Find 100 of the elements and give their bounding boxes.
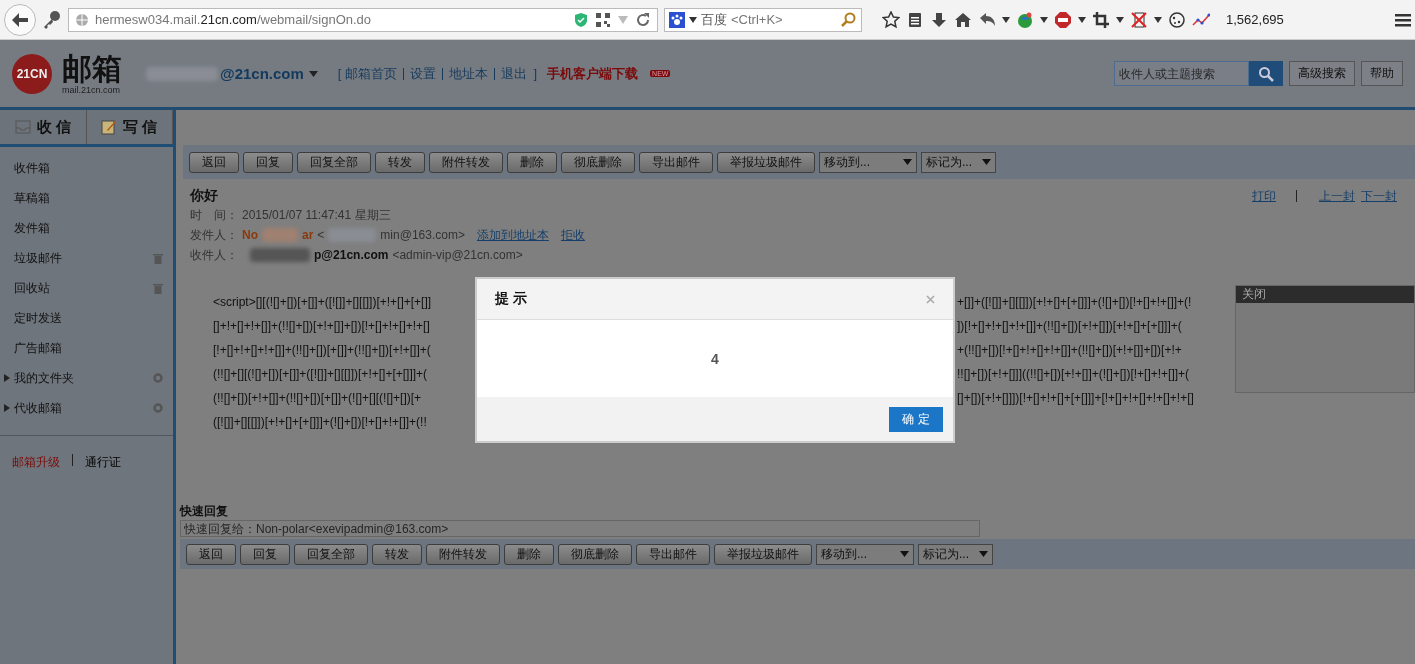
adblock-icon[interactable] [1054, 10, 1072, 29]
toolbar-button[interactable]: 举报垃圾邮件 [714, 543, 812, 565]
code-text: <script>[][(![]+[])[+[]]+([![]]+[][[]])[+!+[]+[+[]] [213, 295, 433, 311]
toolbar-button[interactable]: 删除 [504, 543, 554, 565]
recipient-name: p@21cn.com [314, 247, 389, 264]
sender-link[interactable]: 添加到地址本 [476, 225, 549, 245]
search-icon[interactable] [1258, 65, 1274, 82]
account-address[interactable]: @21cn.com [220, 65, 304, 82]
dialog-title: 提 示 [495, 290, 528, 308]
toolbar-button[interactable]: 回复全部 [294, 543, 368, 565]
folder-item[interactable]: 广告邮箱 [0, 333, 173, 363]
select-dropdown[interactable]: 移动到... [819, 151, 917, 173]
search-button[interactable] [1249, 61, 1283, 86]
toolbar-button[interactable]: 彻底删除 [561, 151, 635, 173]
mail-search-field[interactable]: 收件人或主题搜索 [1114, 61, 1249, 86]
toolbar-button[interactable]: 彻底删除 [558, 543, 632, 565]
code-text: [!+[]+!+[]+!+[]]+(!![]+[])[+[]]+(!![]+[])[+!+[]]+( [213, 343, 432, 359]
upgrade-link[interactable]: 邮箱升级 [12, 454, 60, 471]
toolbar-button[interactable]: 转发 [375, 151, 425, 173]
back-arrow-icon[interactable] [12, 12, 28, 27]
code-text: (!![]+[][(![]+[])[+[]]+([![]]+[][[]])[+!+[]+[+[]]]+( [213, 367, 429, 383]
dropdown-arrow-icon[interactable] [1040, 16, 1048, 23]
menu-icon[interactable] [1395, 11, 1411, 28]
header-button[interactable]: 高级搜索 [1289, 61, 1355, 86]
print-link[interactable]: 打印 [1252, 187, 1276, 205]
next-link[interactable]: 下一封 [1361, 187, 1397, 205]
globe-icon[interactable] [1016, 10, 1034, 29]
reload-icon[interactable] [635, 11, 651, 28]
code-text: +(!![]+[])[!+[]+!+[]+!+[]]+(!![]+[])[+!+[]]+[])[+!+ [957, 343, 1182, 359]
brand-subtitle: mail.21cn.com [62, 84, 121, 95]
toolbar-button[interactable]: 举报垃圾邮件 [717, 151, 815, 173]
home-icon[interactable] [954, 10, 972, 29]
header-button[interactable]: 帮助 [1361, 61, 1403, 86]
folder-item[interactable]: 发件箱 [0, 213, 173, 243]
back-button[interactable] [4, 3, 36, 36]
select-dropdown[interactable]: 移动到... [816, 543, 914, 565]
toolbar-button[interactable]: 导出邮件 [639, 151, 713, 173]
notepad-pencil-icon [101, 119, 118, 135]
field-label: 时 间： [190, 207, 238, 224]
expand-arrow-icon[interactable] [4, 404, 10, 412]
folder-group[interactable]: 代收邮箱 [0, 393, 173, 423]
dropdown-arrow-icon[interactable] [1078, 16, 1086, 23]
download-link[interactable]: 手机客户端下载 [547, 64, 639, 83]
toolbar-button[interactable]: 导出邮件 [636, 543, 710, 565]
quick-reply-field[interactable]: 快速回复给：Non-polar<exevipadmin@163.com> [180, 520, 980, 537]
clipboard-icon[interactable] [906, 10, 924, 29]
search-field[interactable]: 百度 <Ctrl+K> [664, 7, 862, 32]
close-link[interactable]: 关闭 [1236, 286, 1414, 303]
folder-item[interactable]: 收件箱 [0, 153, 173, 183]
ok-button[interactable]: 确 定 [889, 406, 943, 432]
toolbar-button[interactable]: 附件转发 [429, 151, 503, 173]
dropdown-arrow-icon[interactable] [689, 16, 697, 23]
field-label: 收件人： [190, 247, 238, 264]
code-text: []+!+[]+!+[]]+(!![]+[])[+!+[]]+[])[!+[]+!+[]+!+[] [213, 319, 431, 335]
toolbar-button[interactable]: 回复 [243, 151, 293, 173]
header-link[interactable]: 设置 [410, 64, 437, 83]
dropdown-arrow-icon[interactable] [1002, 16, 1010, 23]
brand-title: 邮箱 [62, 52, 122, 85]
sender-link[interactable]: 拒收 [560, 225, 585, 245]
search-icon[interactable] [841, 11, 857, 28]
sidebar-tab[interactable]: 收 信 [0, 110, 87, 144]
toolbar-button[interactable]: 附件转发 [426, 543, 500, 565]
globe-icon [75, 12, 89, 27]
toolbar-button[interactable]: 删除 [507, 151, 557, 173]
crop-icon[interactable] [1092, 10, 1110, 29]
header-link[interactable]: 地址本 [449, 64, 489, 83]
folder-item[interactable]: 定时发送 [0, 303, 173, 333]
folder-item[interactable]: 回收站 [0, 273, 173, 303]
passport-link[interactable]: 通行证 [85, 454, 121, 471]
select-dropdown[interactable]: 标记为... [921, 151, 996, 173]
cookie-icon[interactable] [1168, 10, 1186, 29]
toolbar-button[interactable]: 返回 [186, 543, 236, 565]
sender-name: ar [302, 227, 314, 244]
header-link[interactable]: 邮箱首页 [345, 64, 398, 83]
toolbar-button[interactable]: 返回 [189, 151, 239, 173]
shield-icon[interactable] [573, 11, 589, 28]
paw-icon[interactable] [669, 11, 685, 28]
address-bar[interactable]: hermesw034.mail.21cn.com/webmail/signOn.do [68, 7, 658, 32]
caret-icon[interactable] [308, 70, 318, 77]
download-icon[interactable] [930, 10, 948, 29]
key-icon[interactable] [42, 9, 62, 30]
folder-item[interactable]: 草稿箱 [0, 183, 173, 213]
toolbar-button[interactable]: 回复全部 [297, 151, 371, 173]
qr-code-icon[interactable] [595, 11, 611, 28]
select-dropdown[interactable]: 标记为... [918, 543, 993, 565]
expand-arrow-icon[interactable] [4, 374, 10, 382]
logo[interactable]: 21CN [12, 53, 52, 94]
dropdown-arrow-icon[interactable] [1154, 16, 1162, 23]
folder-group[interactable]: 我的文件夹 [0, 363, 173, 393]
star-icon[interactable] [882, 10, 900, 29]
blocked-page-icon[interactable] [1130, 10, 1148, 29]
toolbar-button[interactable]: 转发 [372, 543, 422, 565]
mail-subject: 你好 [190, 187, 218, 203]
dropdown-arrow-icon[interactable] [1116, 16, 1124, 23]
field-label: 发件人： [190, 227, 238, 244]
previous-link[interactable]: 上一封 [1319, 187, 1355, 205]
toolbar-button[interactable]: 回复 [240, 543, 290, 565]
header-link[interactable]: 退出 [501, 64, 528, 83]
folder-item[interactable]: 垃圾邮件 [0, 243, 173, 273]
sidebar-tab[interactable]: 写 信 [86, 110, 173, 144]
